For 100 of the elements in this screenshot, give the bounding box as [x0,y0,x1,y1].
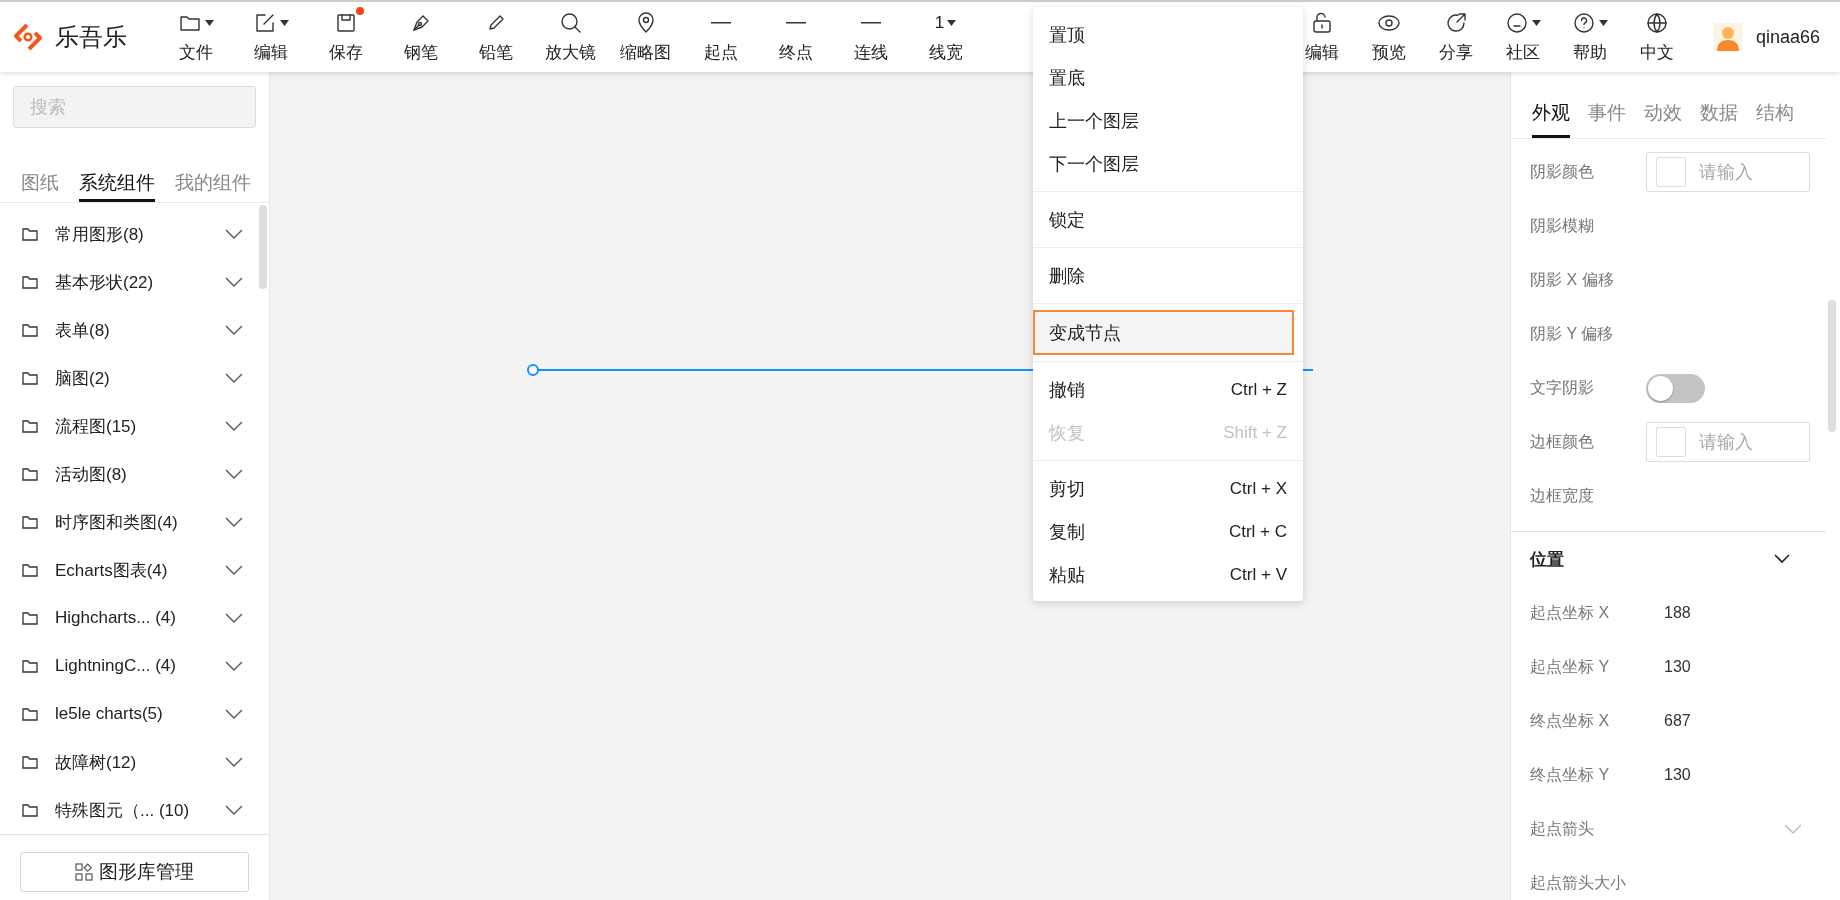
folder-icon [22,323,38,337]
toggle-switch[interactable] [1646,373,1705,403]
panel-tab[interactable]: 动效 [1644,100,1682,138]
category-item[interactable]: 常用图形(8) [0,210,257,258]
user-avatar-icon [1714,23,1742,51]
category-item[interactable]: Echarts图表(4) [0,546,257,594]
dash-icon [710,21,731,24]
toolbar-button[interactable]: 预览 [1355,2,1422,72]
sidebar-tab[interactable]: 图纸 [21,170,59,202]
field-label: 起点坐标 Y [1530,656,1611,677]
category-item[interactable]: 流程图(15) [0,402,257,450]
section-title: 位置 [1530,548,1564,571]
app-name: 乐吾乐 [55,22,127,52]
dash-icon [785,21,806,24]
field-value: 188 [1664,604,1691,622]
search-field[interactable]: 搜索 [13,86,256,128]
toolbar-button[interactable]: 保存 [308,2,383,72]
category-item[interactable]: 特殊图元（... (10) [0,786,257,834]
shortcut-label: Ctrl + Z [1230,379,1287,400]
folder-icon [22,227,38,241]
folder-icon [22,707,38,721]
toolbar-button[interactable]: 文件 [158,2,233,72]
toolbar-button[interactable]: 编辑 [233,2,308,72]
menu-item[interactable]: 锁定 [1033,198,1303,241]
globe-icon [1644,10,1669,35]
shortcut-label: Shift + Z [1223,422,1287,443]
menu-item[interactable]: 粘贴 Ctrl + V [1033,553,1303,596]
category-item[interactable]: 时序图和类图(4) [0,498,257,546]
library-manage-button[interactable]: 图形库管理 [20,852,249,892]
field-label: 文字阴影 [1530,377,1595,398]
field-value: 130 [1664,766,1691,784]
chevron-down-icon[interactable] [1774,554,1790,564]
color-swatch[interactable] [1656,427,1686,457]
category-item[interactable]: 表单(8) [0,306,257,354]
toolbar-button[interactable]: 中文 [1623,2,1690,72]
field-value: 130 [1664,658,1691,676]
search-icon [558,10,583,35]
field-label: 阴影 X 偏移 [1530,269,1615,290]
panel-tab[interactable]: 结构 [1756,100,1794,138]
menu-item[interactable]: 复制 Ctrl + C [1033,510,1303,553]
smile-icon [1504,10,1529,35]
menu-item[interactable]: 删除 [1033,254,1303,297]
toolbar-button[interactable]: 分享 [1422,2,1489,72]
menu-item[interactable]: 变成节点 [1033,310,1294,355]
field-label: 起点箭头大小 [1530,872,1627,893]
field-value: 687 [1664,712,1691,730]
field-label: 阴影颜色 [1530,161,1595,182]
help-icon [1571,10,1596,35]
toolbar-button[interactable]: 缩略图 [608,2,683,72]
logo-icon [13,22,43,52]
menu-item[interactable]: 下一个图层 [1033,142,1303,185]
toolbar-button[interactable]: 终点 [758,2,833,72]
folder-icon [22,371,38,385]
folder-icon [22,563,38,577]
menu-item[interactable]: 撤销 Ctrl + Z [1033,368,1303,411]
folder-icon [22,755,38,769]
category-item[interactable]: 故障树(12) [0,738,257,786]
field-label: 阴影模糊 [1530,215,1595,236]
folder-icon [22,803,38,817]
field-label: 终点坐标 X [1530,710,1611,731]
field-label: 边框宽度 [1530,485,1595,506]
toolbar-button[interactable]: 帮助 [1556,2,1623,72]
folder-icon [22,659,38,673]
field-label: 边框颜色 [1530,431,1595,452]
folder-icon [22,275,38,289]
username[interactable]: qinaa66 [1756,26,1821,48]
toolbar-button[interactable]: 社区 [1489,2,1556,72]
panel-tab[interactable]: 外观 [1532,100,1570,138]
field-label: 起点坐标 X [1530,602,1611,623]
category-item[interactable]: le5le charts(5) [0,690,257,738]
sidebar-tab[interactable]: 我的组件 [175,170,251,202]
category-item[interactable]: 基本形状(22) [0,258,257,306]
category-item[interactable]: Highcharts... (4) [0,594,257,642]
shortcut-label: Ctrl + C [1228,521,1287,542]
shortcut-label: Ctrl + V [1229,564,1287,585]
menu-item[interactable]: 上一个图层 [1033,99,1303,142]
toolbar-button[interactable]: 钢笔 [383,2,458,72]
shortcut-label: Ctrl + X [1229,478,1287,499]
grid-icon [75,863,93,881]
color-swatch[interactable] [1656,157,1686,187]
dash-icon [860,21,881,24]
toolbar-button[interactable]: 起点 [683,2,758,72]
folder-icon [22,419,38,433]
toolbar-button[interactable]: 1 线宽 [908,2,983,72]
toolbar-button[interactable]: 放大镜 [533,2,608,72]
folder-icon [22,515,38,529]
category-item[interactable]: 脑图(2) [0,354,257,402]
field-label: 终点坐标 Y [1530,764,1611,785]
category-item[interactable]: LightningC... (4) [0,642,257,690]
panel-tab[interactable]: 数据 [1700,100,1738,138]
toolbar-button[interactable]: 铅笔 [458,2,533,72]
sidebar-tab[interactable]: 系统组件 [79,170,155,202]
folder-icon [22,467,38,481]
folder-icon [22,611,38,625]
category-item[interactable]: 活动图(8) [0,450,257,498]
panel-tab[interactable]: 事件 [1588,100,1626,138]
field-label: 阴影 Y 偏移 [1530,323,1615,344]
menu-item[interactable]: 剪切 Ctrl + X [1033,467,1303,510]
field-label: 起点箭头 [1530,818,1595,839]
toolbar-button[interactable]: 连线 [833,2,908,72]
